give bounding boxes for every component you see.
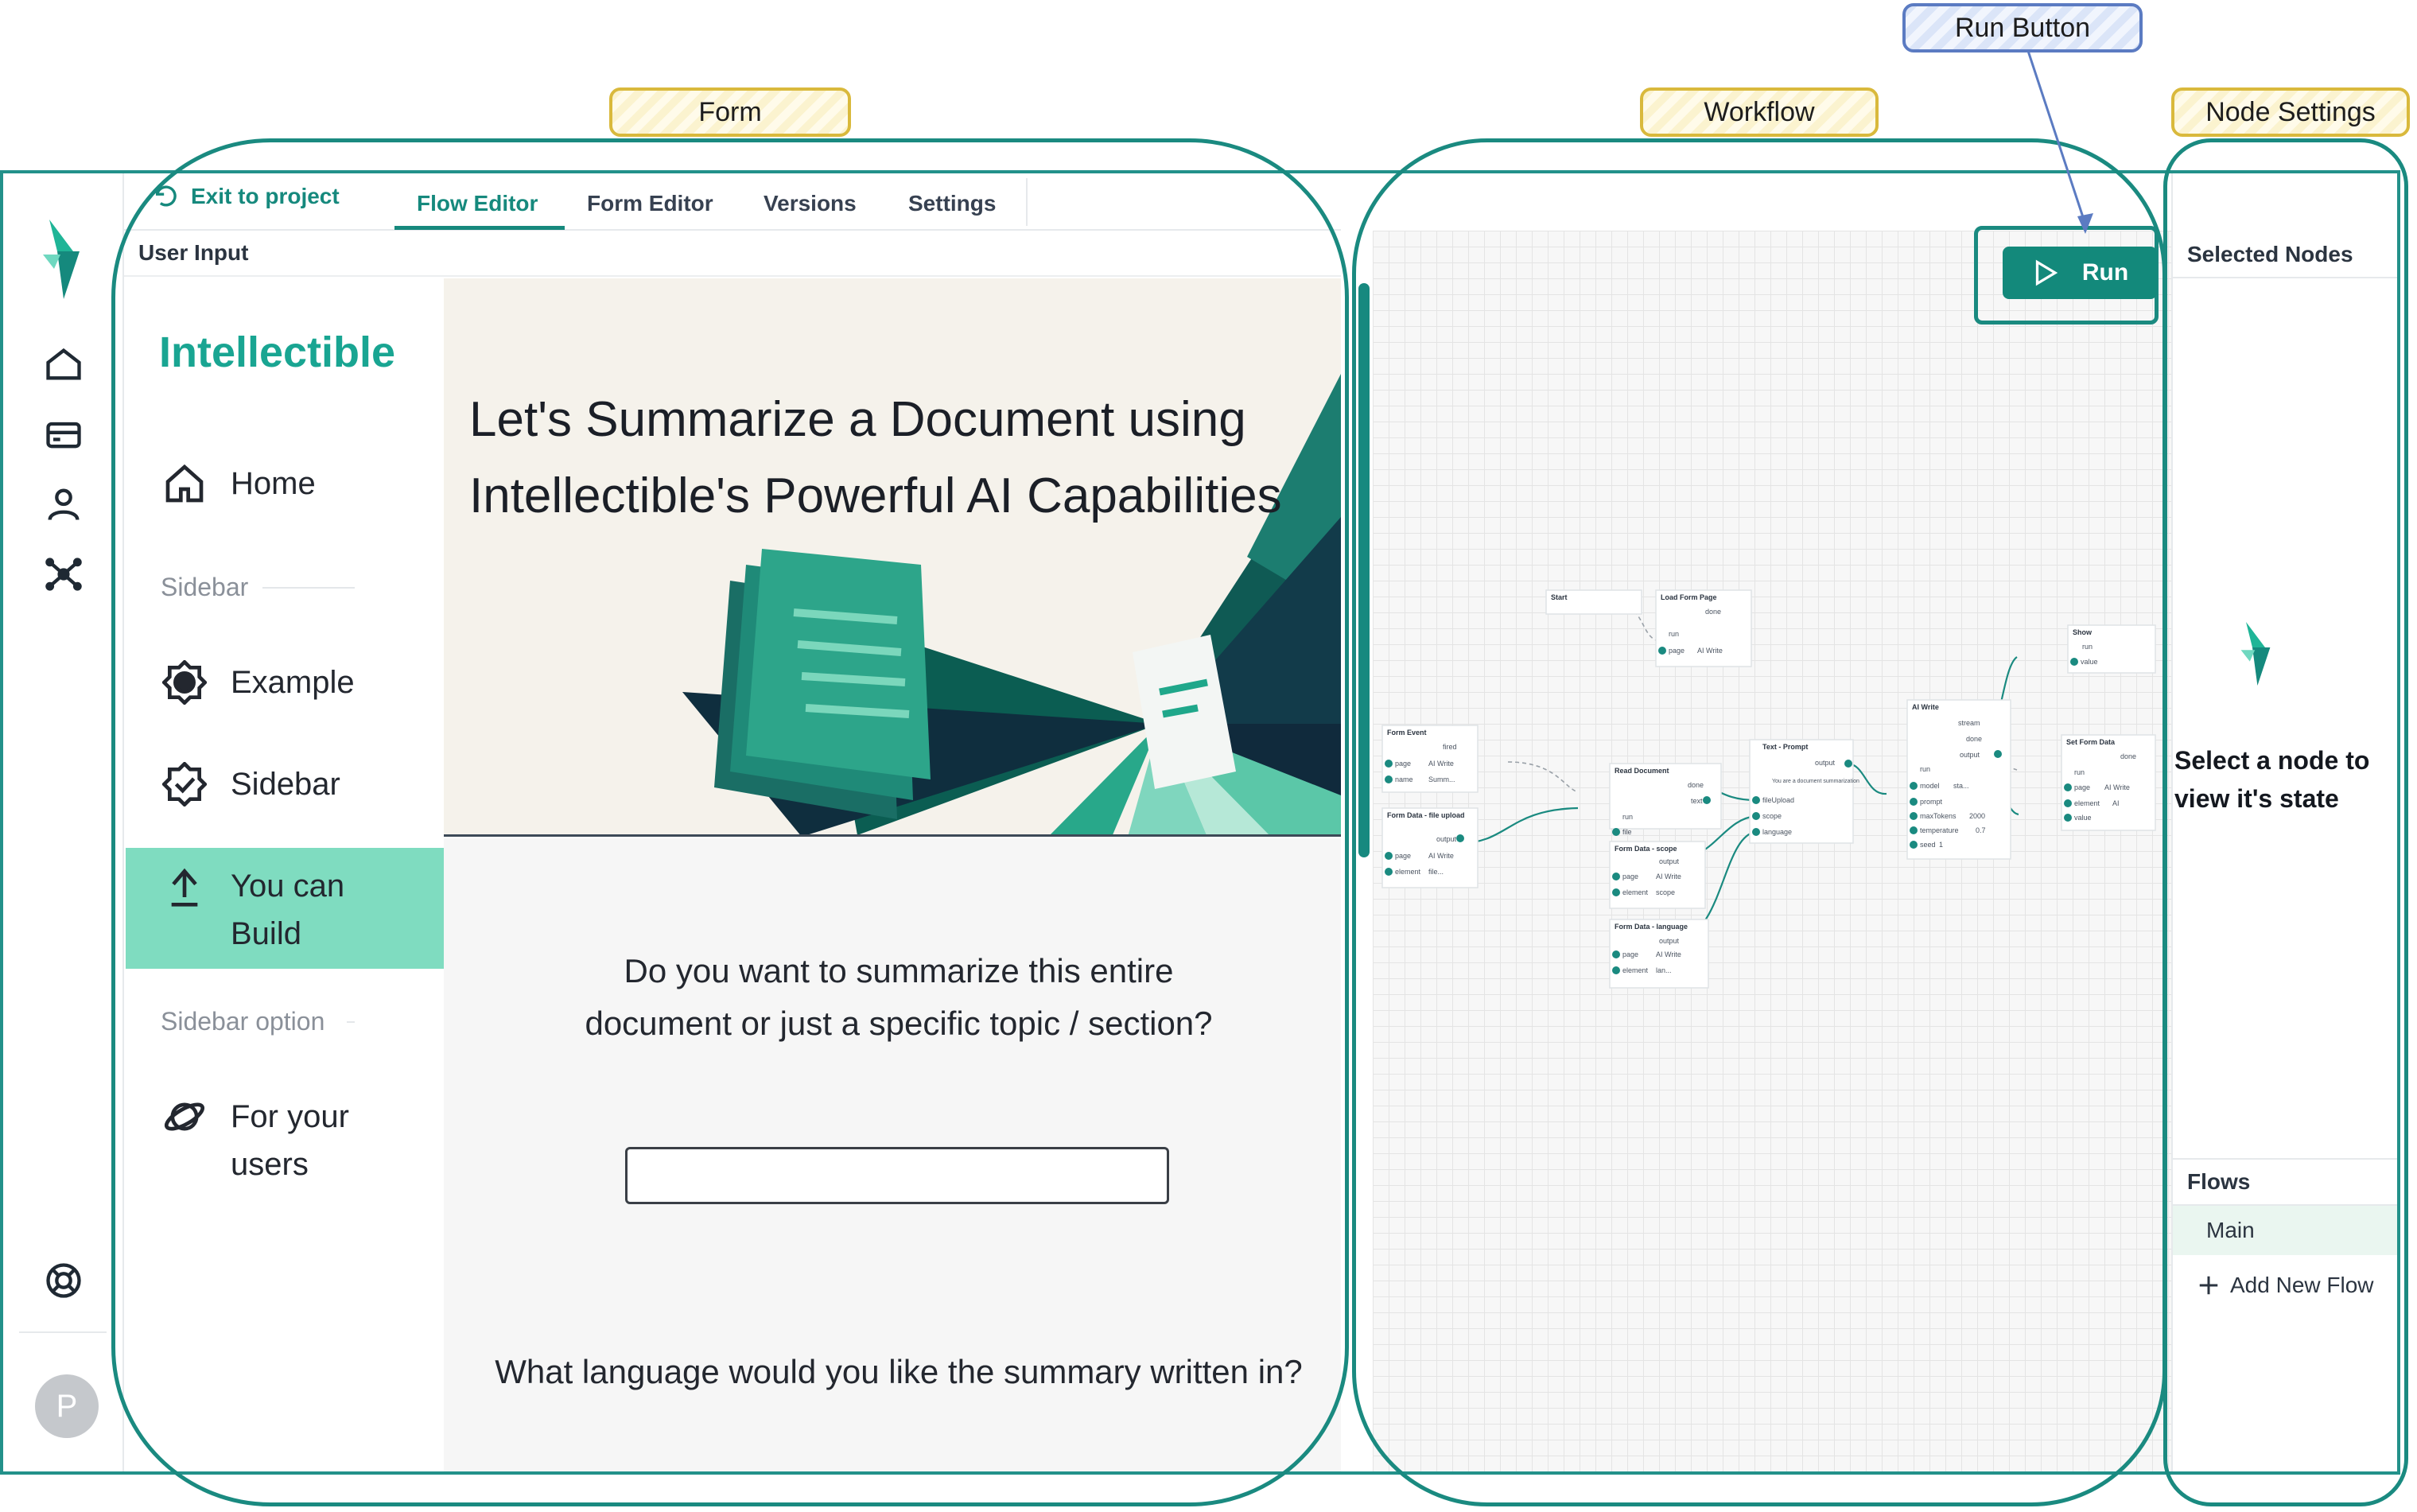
annotation-arrow: [2026, 50, 2093, 234]
node-settings-annotation: Node Settings: [2171, 87, 2410, 137]
rail-divider: [19, 1331, 107, 1333]
node-settings-region-outline: [2163, 138, 2408, 1506]
home-icon[interactable]: [43, 344, 84, 385]
avatar[interactable]: P: [35, 1374, 99, 1438]
logo-icon: [43, 220, 80, 299]
form-annotation: Form: [609, 87, 851, 137]
billing-icon[interactable]: [43, 414, 84, 455]
run-button-annotation: Run Button: [1902, 3, 2143, 52]
workflow-annotation: Workflow: [1640, 87, 1879, 137]
form-region-outline: [111, 138, 1349, 1506]
help-icon[interactable]: [43, 1260, 84, 1301]
network-icon[interactable]: [43, 554, 84, 595]
left-rail: [3, 173, 124, 1471]
workflow-region-outline: [1352, 138, 2166, 1506]
user-icon[interactable]: [43, 484, 84, 525]
